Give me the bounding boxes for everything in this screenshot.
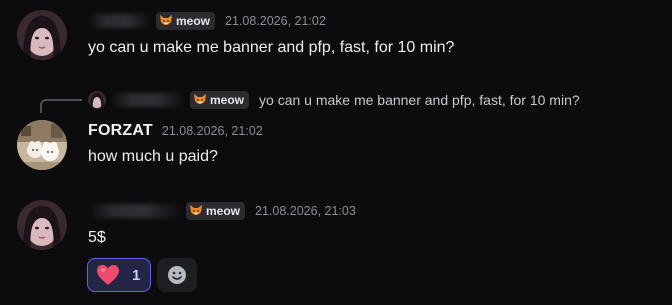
username-blurred[interactable] <box>88 204 182 218</box>
message-text: yo can u make me banner and pfp, fast, f… <box>88 39 455 56</box>
message-timestamp[interactable]: 21.08.2026, 21:02 <box>162 124 263 138</box>
reply-connector <box>40 99 82 113</box>
role-tag-label: meow <box>176 14 211 28</box>
role-tag[interactable]: meow <box>186 202 246 220</box>
fox-icon <box>194 94 206 104</box>
avatar[interactable] <box>17 200 67 250</box>
avatar[interactable] <box>17 10 67 60</box>
fox-icon <box>190 205 202 215</box>
reply-avatar[interactable] <box>88 91 106 109</box>
fox-icon <box>160 15 172 25</box>
reaction-count: 1 <box>132 266 141 284</box>
message-text: 5$ <box>88 229 106 246</box>
heart-icon <box>97 265 119 285</box>
add-reaction-button[interactable] <box>157 258 197 292</box>
message-timestamp[interactable]: 21.08.2026, 21:02 <box>225 14 326 28</box>
reply-text[interactable]: yo can u make me banner and pfp, fast, f… <box>259 92 580 108</box>
avatar[interactable] <box>17 120 67 170</box>
username[interactable]: FORZAT <box>88 122 153 140</box>
message-text: how much u paid? <box>88 148 218 165</box>
message-header: FORZAT 21.08.2026, 21:02 <box>88 121 263 141</box>
reaction-heart[interactable]: 1 <box>87 258 151 292</box>
role-tag-label: meow <box>206 204 241 218</box>
message-header: meow 21.08.2026, 21:02 <box>88 11 326 31</box>
message-header: meow 21.08.2026, 21:03 <box>88 201 356 221</box>
reply-username-blurred[interactable] <box>110 93 186 107</box>
smiley-icon <box>168 266 186 284</box>
reply-role-tag[interactable]: meow <box>190 91 250 109</box>
role-tag[interactable]: meow <box>156 12 216 30</box>
username-blurred[interactable] <box>88 14 152 28</box>
reply-preview[interactable]: meow yo can u make me banner and pfp, fa… <box>88 90 580 110</box>
reply-role-tag-label: meow <box>210 93 245 107</box>
message-timestamp[interactable]: 21.08.2026, 21:03 <box>255 204 356 218</box>
